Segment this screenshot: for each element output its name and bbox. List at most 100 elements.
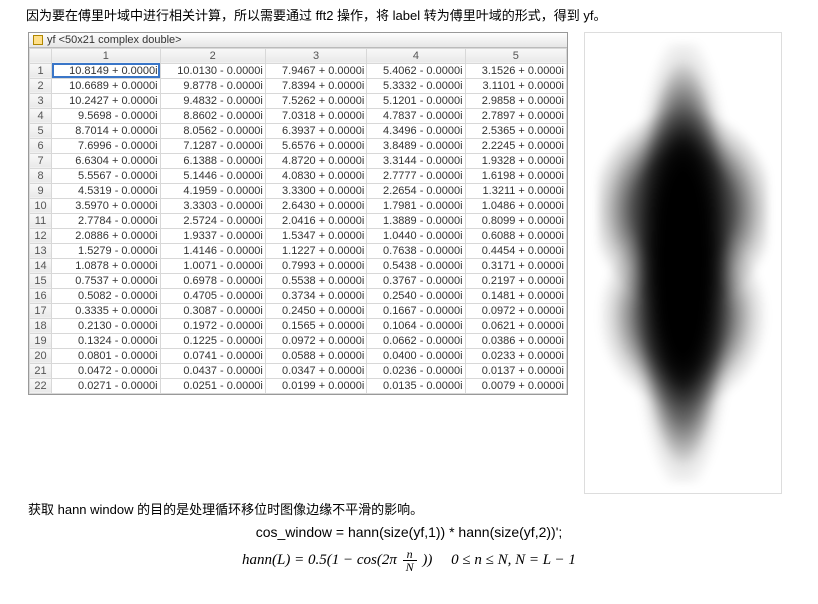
cell[interactable]: 7.0318 + 0.0000i [265, 108, 366, 123]
cell[interactable]: 3.8489 - 0.0000i [367, 138, 465, 153]
row-header[interactable]: 6 [30, 138, 52, 153]
cell[interactable]: 0.0741 - 0.0000i [160, 348, 265, 363]
cell[interactable]: 0.2130 - 0.0000i [52, 318, 161, 333]
cell[interactable]: 0.0621 + 0.0000i [465, 318, 566, 333]
cell[interactable]: 2.5365 + 0.0000i [465, 123, 566, 138]
col-header[interactable]: 2 [160, 48, 265, 63]
cell[interactable]: 0.0472 - 0.0000i [52, 363, 161, 378]
cell[interactable]: 0.3767 - 0.0000i [367, 273, 465, 288]
row-header[interactable]: 1 [30, 63, 52, 78]
cell[interactable]: 1.6198 + 0.0000i [465, 168, 566, 183]
cell[interactable]: 2.7897 + 0.0000i [465, 108, 566, 123]
cell[interactable]: 7.8394 + 0.0000i [265, 78, 366, 93]
cell[interactable]: 0.4454 + 0.0000i [465, 243, 566, 258]
cell[interactable]: 0.0972 + 0.0000i [465, 303, 566, 318]
cell[interactable]: 0.7537 + 0.0000i [52, 273, 161, 288]
cell[interactable]: 1.0440 - 0.0000i [367, 228, 465, 243]
cell[interactable]: 1.5347 + 0.0000i [265, 228, 366, 243]
cell[interactable]: 0.0233 + 0.0000i [465, 348, 566, 363]
cell[interactable]: 1.9328 + 0.0000i [465, 153, 566, 168]
cell[interactable]: 1.1227 + 0.0000i [265, 243, 366, 258]
cell[interactable]: 0.3171 + 0.0000i [465, 258, 566, 273]
col-header[interactable]: 1 [52, 48, 161, 63]
cell[interactable]: 0.0662 - 0.0000i [367, 333, 465, 348]
cell[interactable]: 0.3087 - 0.0000i [160, 303, 265, 318]
cell[interactable]: 4.0830 + 0.0000i [265, 168, 366, 183]
cell[interactable]: 10.6689 + 0.0000i [52, 78, 161, 93]
cell[interactable]: 9.5698 - 0.0000i [52, 108, 161, 123]
cell[interactable]: 7.6996 - 0.0000i [52, 138, 161, 153]
cell[interactable]: 0.1667 - 0.0000i [367, 303, 465, 318]
cell[interactable]: 2.2654 - 0.0000i [367, 183, 465, 198]
cell[interactable]: 0.7993 + 0.0000i [265, 258, 366, 273]
row-header[interactable]: 5 [30, 123, 52, 138]
cell[interactable]: 6.3937 + 0.0000i [265, 123, 366, 138]
cell[interactable]: 0.0588 + 0.0000i [265, 348, 366, 363]
cell[interactable]: 0.0271 - 0.0000i [52, 378, 161, 393]
cell[interactable]: 4.5319 - 0.0000i [52, 183, 161, 198]
cell[interactable]: 1.3211 + 0.0000i [465, 183, 566, 198]
data-table[interactable]: 12345 110.8149 + 0.0000i10.0130 - 0.0000… [29, 48, 567, 394]
cell[interactable]: 4.7837 - 0.0000i [367, 108, 465, 123]
row-header[interactable]: 18 [30, 318, 52, 333]
cell[interactable]: 0.5438 - 0.0000i [367, 258, 465, 273]
cell[interactable]: 10.0130 - 0.0000i [160, 63, 265, 78]
cell[interactable]: 5.6576 + 0.0000i [265, 138, 366, 153]
cell[interactable]: 0.7638 - 0.0000i [367, 243, 465, 258]
cell[interactable]: 0.1972 - 0.0000i [160, 318, 265, 333]
row-header[interactable]: 11 [30, 213, 52, 228]
cell[interactable]: 0.2540 - 0.0000i [367, 288, 465, 303]
cell[interactable]: 0.0135 - 0.0000i [367, 378, 465, 393]
col-header[interactable]: 3 [265, 48, 366, 63]
cell[interactable]: 7.1287 - 0.0000i [160, 138, 265, 153]
cell[interactable]: 8.0562 - 0.0000i [160, 123, 265, 138]
cell[interactable]: 1.3889 - 0.0000i [367, 213, 465, 228]
row-header[interactable]: 21 [30, 363, 52, 378]
row-header[interactable]: 14 [30, 258, 52, 273]
cell[interactable]: 8.8602 - 0.0000i [160, 108, 265, 123]
cell[interactable]: 0.0400 - 0.0000i [367, 348, 465, 363]
cell[interactable]: 4.3496 - 0.0000i [367, 123, 465, 138]
cell[interactable]: 1.4146 - 0.0000i [160, 243, 265, 258]
row-header[interactable]: 7 [30, 153, 52, 168]
cell[interactable]: 0.1064 - 0.0000i [367, 318, 465, 333]
row-header[interactable]: 17 [30, 303, 52, 318]
row-header[interactable]: 19 [30, 333, 52, 348]
cell[interactable]: 0.1481 + 0.0000i [465, 288, 566, 303]
cell[interactable]: 4.8720 + 0.0000i [265, 153, 366, 168]
cell[interactable]: 6.1388 - 0.0000i [160, 153, 265, 168]
cell[interactable]: 1.5279 - 0.0000i [52, 243, 161, 258]
cell[interactable]: 3.1101 + 0.0000i [465, 78, 566, 93]
cell[interactable]: 0.0437 - 0.0000i [160, 363, 265, 378]
row-header[interactable]: 22 [30, 378, 52, 393]
row-header[interactable]: 4 [30, 108, 52, 123]
cell[interactable]: 0.2450 + 0.0000i [265, 303, 366, 318]
cell[interactable]: 5.4062 - 0.0000i [367, 63, 465, 78]
cell[interactable]: 0.1225 - 0.0000i [160, 333, 265, 348]
cell[interactable]: 3.5970 + 0.0000i [52, 198, 161, 213]
col-header[interactable]: 4 [367, 48, 465, 63]
cell[interactable]: 3.3300 + 0.0000i [265, 183, 366, 198]
cell[interactable]: 0.5538 + 0.0000i [265, 273, 366, 288]
cell[interactable]: 5.1201 - 0.0000i [367, 93, 465, 108]
cell[interactable]: 0.0079 + 0.0000i [465, 378, 566, 393]
cell[interactable]: 5.5567 - 0.0000i [52, 168, 161, 183]
cell[interactable]: 5.3332 - 0.0000i [367, 78, 465, 93]
cell[interactable]: 0.0386 + 0.0000i [465, 333, 566, 348]
cell[interactable]: 2.0416 + 0.0000i [265, 213, 366, 228]
cell[interactable]: 10.2427 + 0.0000i [52, 93, 161, 108]
row-header[interactable]: 8 [30, 168, 52, 183]
cell[interactable]: 3.3144 - 0.0000i [367, 153, 465, 168]
cell[interactable]: 2.5724 - 0.0000i [160, 213, 265, 228]
cell[interactable]: 0.0801 - 0.0000i [52, 348, 161, 363]
cell[interactable]: 2.6430 + 0.0000i [265, 198, 366, 213]
cell[interactable]: 5.1446 - 0.0000i [160, 168, 265, 183]
cell[interactable]: 7.9467 + 0.0000i [265, 63, 366, 78]
cell[interactable]: 1.0071 - 0.0000i [160, 258, 265, 273]
cell[interactable]: 0.6978 - 0.0000i [160, 273, 265, 288]
row-header[interactable]: 15 [30, 273, 52, 288]
row-header[interactable]: 16 [30, 288, 52, 303]
cell[interactable]: 6.6304 + 0.0000i [52, 153, 161, 168]
cell[interactable]: 9.4832 - 0.0000i [160, 93, 265, 108]
cell[interactable]: 0.0251 - 0.0000i [160, 378, 265, 393]
